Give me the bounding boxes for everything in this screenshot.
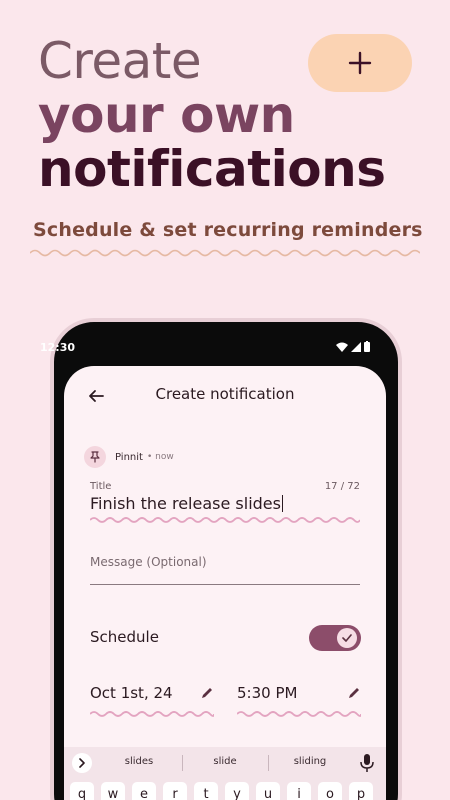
key[interactable]: y (225, 782, 249, 800)
message-field-underline (90, 584, 360, 585)
screen-title: Create notification (155, 385, 295, 403)
suggestion-2[interactable]: slide (195, 756, 255, 767)
check-icon (342, 634, 352, 642)
suggestions-expand-button[interactable] (72, 753, 92, 773)
hero-line-2: your own (38, 86, 295, 144)
date-value: Oct 1st, 24 (90, 684, 173, 702)
time-field[interactable]: 5:30 PM (237, 684, 361, 717)
key[interactable]: i (287, 782, 311, 800)
title-input-value: Finish the release slides (90, 494, 281, 513)
key[interactable]: q (70, 782, 94, 800)
suggestion-divider (182, 755, 183, 771)
hero-line-3: notifications (38, 140, 386, 198)
time-value: 5:30 PM (237, 684, 298, 702)
key[interactable]: r (163, 782, 187, 800)
pencil-icon[interactable] (200, 686, 214, 700)
suggestion-1[interactable]: slides (109, 756, 169, 767)
app-time: • now (146, 452, 174, 462)
add-notification-button[interactable] (308, 34, 412, 92)
time-field-underline (237, 711, 361, 717)
subtitle-wave-decoration (30, 249, 420, 257)
text-caret (281, 495, 283, 512)
toggle-knob (337, 628, 357, 648)
keyboard-row: q w e r t y u i o p (64, 779, 386, 800)
suggestion-divider (268, 755, 269, 771)
message-input[interactable]: Message (Optional) (90, 555, 207, 569)
key[interactable]: w (101, 782, 125, 800)
app-name: Pinnit (115, 451, 143, 463)
schedule-label: Schedule (90, 628, 159, 646)
date-field[interactable]: Oct 1st, 24 (90, 684, 214, 717)
keyboard-suggestion-bar: slides slide sliding (64, 747, 386, 779)
key[interactable]: o (318, 782, 342, 800)
key[interactable]: u (256, 782, 280, 800)
title-char-count: 17 / 72 (324, 481, 360, 492)
title-field-underline (90, 517, 360, 523)
schedule-toggle[interactable] (309, 625, 361, 651)
pencil-icon[interactable] (347, 686, 361, 700)
signal-icon (351, 341, 361, 352)
plus-icon (348, 51, 372, 75)
suggestion-3[interactable]: sliding (280, 756, 340, 767)
battery-icon (364, 341, 370, 352)
wifi-icon (336, 342, 348, 352)
key[interactable]: t (194, 782, 218, 800)
chevron-right-icon (79, 758, 85, 768)
key[interactable]: e (132, 782, 156, 800)
notification-app-header: Pinnit • now (84, 446, 174, 468)
title-input[interactable]: Finish the release slides (90, 494, 360, 513)
status-time: 12:30 (40, 341, 76, 354)
hero-subtitle: Schedule & set recurring reminders (33, 219, 423, 241)
title-field-label: Title (90, 481, 112, 492)
app-icon (84, 446, 106, 468)
status-bar: 12:30 (40, 341, 370, 357)
microphone-icon[interactable] (360, 754, 374, 772)
pin-icon (90, 451, 100, 463)
key[interactable]: p (349, 782, 373, 800)
date-field-underline (90, 711, 214, 717)
app-screen: Create notification Pinnit • now Title 1… (64, 366, 386, 800)
